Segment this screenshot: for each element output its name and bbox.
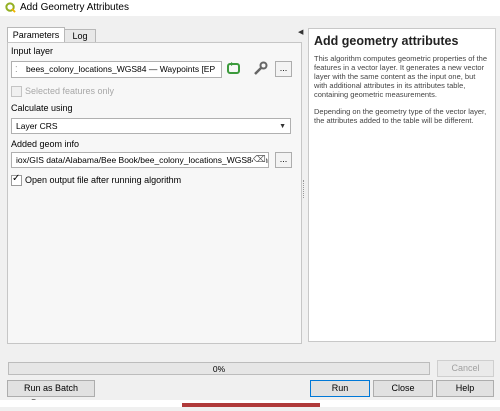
clear-icon[interactable]: ⌫ [253, 154, 266, 165]
progress-bar: 0% [8, 362, 430, 375]
calc-using-label: Calculate using [11, 103, 73, 113]
collapse-arrow-icon[interactable]: ◀ [298, 28, 303, 36]
point-layer-icon: ⁚ [15, 65, 18, 74]
tab-log[interactable]: Log [64, 29, 96, 42]
input-layer-value: bees_colony_locations_WGS84 — Waypoints … [26, 64, 216, 74]
added-geom-label: Added geom info [11, 139, 80, 149]
title-bar: Add Geometry Attributes [0, 0, 500, 16]
run-button[interactable]: Run [310, 380, 370, 397]
open-output-label: Open output file after running algorithm [25, 175, 182, 185]
added-geom-browse-button[interactable]: ... [275, 152, 292, 168]
help-paragraph-1: This algorithm computes geometric proper… [314, 54, 487, 99]
tab-parameters[interactable]: Parameters [7, 27, 65, 42]
iterate-icon[interactable] [225, 61, 242, 77]
input-layer-label: Input layer [11, 46, 54, 56]
qgis-icon [5, 2, 16, 13]
input-layer-combo[interactable]: ⁚ bees_colony_locations_WGS84 — Waypoint… [11, 61, 222, 78]
chevron-down-icon: ▼ [279, 123, 286, 130]
selected-features-checkbox[interactable] [11, 86, 22, 97]
open-output-checkbox[interactable]: ✓ [11, 173, 22, 186]
close-button[interactable]: Close [373, 380, 433, 397]
help-button[interactable]: Help [436, 380, 494, 397]
splitter-handle[interactable] [303, 180, 306, 198]
input-layer-browse-button[interactable]: ... [275, 61, 292, 77]
added-geom-input[interactable]: iox/GIS data/Alabama/Bee Book/bee_colony… [11, 152, 269, 168]
window-title: Add Geometry Attributes [20, 2, 129, 13]
taskbar-highlight [182, 403, 320, 407]
added-geom-value: iox/GIS data/Alabama/Bee Book/bee_colony… [16, 155, 269, 165]
calc-using-combo[interactable]: Layer CRS ▼ [11, 118, 291, 134]
taskbar-strip [0, 400, 500, 407]
help-panel: Add geometry attributes This algorithm c… [308, 28, 496, 342]
help-title: Add geometry attributes [314, 34, 459, 48]
run-batch-button[interactable]: Run as Batch Process... [7, 380, 95, 408]
calc-using-value: Layer CRS [16, 121, 58, 131]
wrench-icon[interactable] [251, 61, 268, 77]
help-paragraph-2: Depending on the geometry type of the ve… [314, 107, 487, 125]
progress-text: 0% [212, 364, 226, 374]
checkmark-icon: ✓ [12, 173, 21, 184]
cancel-button[interactable]: Cancel [437, 360, 494, 377]
selected-features-label: Selected features only [25, 86, 115, 96]
